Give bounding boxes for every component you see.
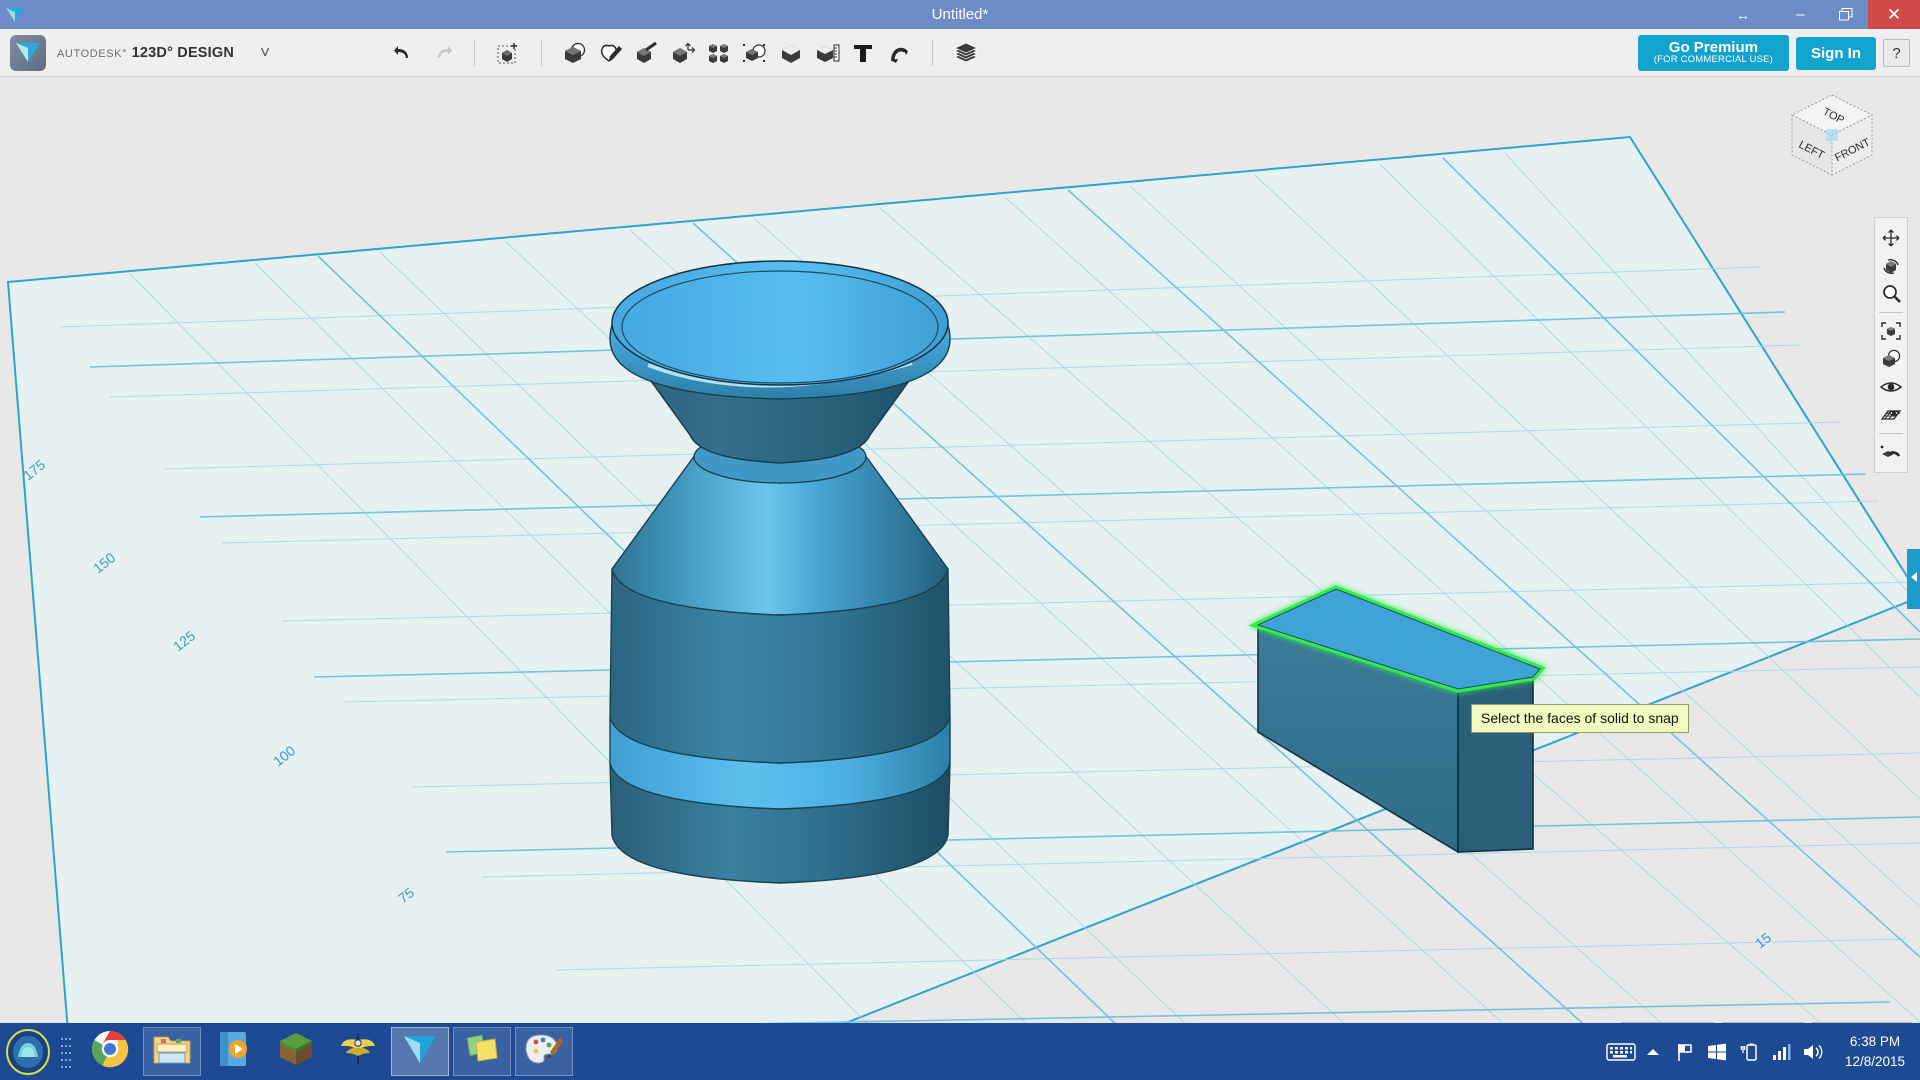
chevron-down-icon[interactable]: ˅: [260, 43, 270, 63]
clock-time: 6:38 PM: [1849, 1033, 1901, 1049]
minimize-button[interactable]: –: [1778, 0, 1823, 29]
window-controls: ↔ – ✕: [1708, 0, 1920, 29]
windows-taskbar: 6:38 PM 12/8/2015: [0, 1023, 1920, 1080]
windows-logo-icon[interactable]: [1702, 1032, 1732, 1072]
toolbar-divider: [474, 39, 475, 66]
nav-divider: [1879, 312, 1903, 313]
toolbar-divider-2: [541, 39, 542, 66]
cube-combine-icon[interactable]: [738, 35, 772, 71]
pan-move-icon[interactable]: [1876, 224, 1906, 252]
go-premium-sublabel: (FOR COMMERCIAL USE): [1653, 54, 1773, 66]
sign-in-button[interactable]: Sign In: [1796, 36, 1876, 70]
navigation-toolbar: [1874, 217, 1908, 473]
taskbar-item-game-launcher[interactable]: [329, 1027, 387, 1076]
autodesk-123d-logo-icon: [402, 1034, 438, 1069]
redo-arrow-icon[interactable]: [424, 35, 458, 71]
taskbar-item-minecraft[interactable]: [267, 1027, 325, 1076]
panel-collapse-tab[interactable]: [1907, 549, 1920, 609]
taskbar-grip: [53, 1030, 79, 1074]
text-t-icon[interactable]: [846, 35, 880, 71]
file-explorer-icon: [152, 1031, 192, 1072]
toolbar-divider-3: [932, 39, 933, 66]
brand-company: AUTODESK°: [57, 47, 128, 60]
cube-sphere-shade-icon[interactable]: [1876, 345, 1906, 373]
brand-product: 123D° DESIGN: [131, 44, 235, 61]
battery-charging-icon[interactable]: [1734, 1032, 1764, 1072]
measure-magnet-icon[interactable]: [1876, 438, 1906, 466]
snap-tooltip: Select the faces of solid to snap: [1471, 704, 1689, 733]
winged-emblem-icon: [339, 1030, 377, 1073]
minecraft-grass-icon: [277, 1030, 315, 1073]
stack-layers-icon[interactable]: [949, 35, 983, 71]
google-chrome-icon: [90, 1029, 130, 1074]
cube-solid-icon[interactable]: [774, 35, 808, 71]
viewport-canvas[interactable]: 175 150 125 100 75 50 15 TOP LEFT FRONT: [0, 77, 1920, 1057]
taskbar-item-paint[interactable]: [515, 1027, 573, 1076]
sticky-notes-icon: [464, 1032, 500, 1071]
four-cubes-icon[interactable]: [702, 35, 736, 71]
cube-sphere-icon[interactable]: [558, 35, 592, 71]
cube-move-icon[interactable]: [491, 35, 525, 71]
start-orb-icon[interactable]: [3, 1027, 53, 1077]
nav-divider-2: [1879, 433, 1903, 434]
system-tray: 6:38 PM 12/8/2015: [1606, 1023, 1920, 1080]
flag-icon[interactable]: [1670, 1032, 1700, 1072]
window-title-bar: Untitled* ↔ – ✕: [0, 0, 1920, 29]
taskbar-item-123d-design[interactable]: [391, 1027, 449, 1076]
keyboard-icon[interactable]: [1606, 1032, 1636, 1072]
tool-group: [388, 35, 983, 71]
speaker-icon[interactable]: [1798, 1032, 1828, 1072]
help-button[interactable]: ?: [1883, 39, 1910, 67]
account-actions: Go Premium (FOR COMMERCIAL USE) Sign In …: [1637, 29, 1910, 77]
fit-cube-brackets-icon[interactable]: [1876, 317, 1906, 345]
go-premium-label: Go Premium: [1668, 38, 1758, 56]
go-premium-button[interactable]: Go Premium (FOR COMMERCIAL USE): [1637, 34, 1789, 72]
chevron-left-icon: [1910, 570, 1918, 588]
window-title: Untitled*: [931, 6, 989, 23]
autodesk-123d-app-icon: [10, 34, 46, 71]
application-toolbar: AUTODESK° 123D° DESIGN ˅ Go Premium (FOR…: [0, 29, 1920, 77]
restore-button[interactable]: [1823, 0, 1868, 29]
taskbar-item-file-explorer[interactable]: [143, 1027, 201, 1076]
signal-bars-icon[interactable]: [1766, 1032, 1796, 1072]
eye-icon[interactable]: [1876, 373, 1906, 401]
cube-ruler-icon[interactable]: [810, 35, 844, 71]
magnet-icon[interactable]: [882, 35, 916, 71]
taskbar-item-sticky-notes[interactable]: [453, 1027, 511, 1076]
view-cube[interactable]: TOP LEFT FRONT: [1786, 89, 1878, 181]
magnifier-icon[interactable]: [1876, 280, 1906, 308]
resize-horizontal-icon: ↔: [1736, 6, 1750, 23]
chevron-up-icon[interactable]: [1638, 1032, 1668, 1072]
taskbar-item-media-player[interactable]: [205, 1027, 263, 1076]
cube-arrows-icon[interactable]: [666, 35, 700, 71]
pencil-shape-icon[interactable]: [594, 35, 628, 71]
cube-extrude-icon[interactable]: [630, 35, 664, 71]
media-player-icon: [216, 1030, 252, 1073]
close-button[interactable]: ✕: [1868, 0, 1920, 29]
paint-palette-icon: [525, 1032, 563, 1071]
grid-eye-icon[interactable]: [1876, 401, 1906, 429]
3d-scene[interactable]: 175 150 125 100 75 50 15: [0, 77, 1920, 1057]
vase-solid: [609, 260, 951, 884]
undo-arrow-icon[interactable]: [388, 35, 422, 71]
orbit-cube-icon[interactable]: [1876, 252, 1906, 280]
taskbar-clock[interactable]: 6:38 PM 12/8/2015: [1840, 1032, 1910, 1071]
clock-date: 12/8/2015: [1844, 1053, 1906, 1069]
taskbar-item-chrome[interactable]: [81, 1027, 139, 1076]
brand-area[interactable]: AUTODESK° 123D° DESIGN ˅: [0, 34, 270, 71]
